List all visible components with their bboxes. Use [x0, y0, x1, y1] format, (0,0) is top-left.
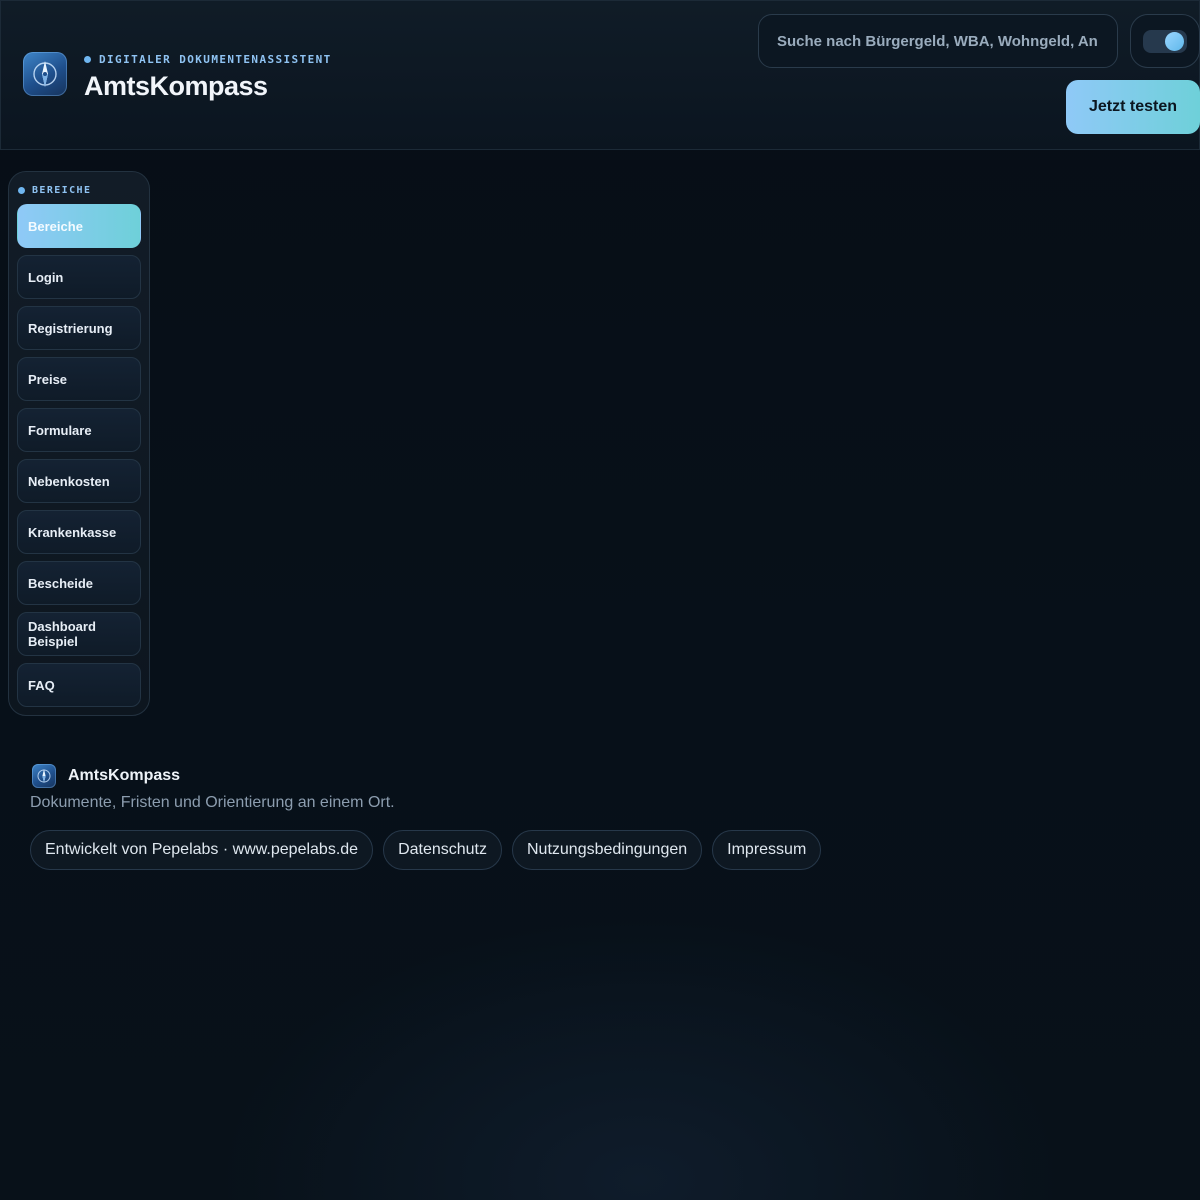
sidebar-item-bescheide[interactable]: Bescheide — [17, 561, 141, 605]
compass-icon[interactable] — [23, 52, 67, 96]
sidebar-item-nebenkosten[interactable]: Nebenkosten — [17, 459, 141, 503]
footer-link-pepelabs[interactable]: Entwickelt von Pepelabs · www.pepelabs.d… — [30, 830, 374, 870]
sidebar-item-dashboard-beispiel[interactable]: Dashboard Beispiel — [17, 612, 141, 656]
sidebar-item-bereiche[interactable]: Bereiche — [17, 204, 141, 248]
footer-link-datenschutz[interactable]: Datenschutz — [383, 830, 502, 870]
footer-compass-icon — [32, 764, 56, 788]
sidebar-dot-icon — [18, 187, 25, 194]
try-now-button[interactable]: Jetzt testen — [1066, 80, 1200, 134]
footer-link-nutzungsbedingungen[interactable]: Nutzungsbedingungen — [512, 830, 703, 870]
footer-tagline: Dokumente, Fristen und Orientierung an e… — [30, 794, 395, 811]
toggle-track[interactable] — [1143, 30, 1187, 53]
sidebar: BEREICHE Bereiche Login Registrierung Pr… — [8, 171, 150, 716]
footer-brand: AmtsKompass — [68, 767, 181, 784]
search-input[interactable] — [758, 14, 1118, 68]
sidebar-item-registrierung[interactable]: Registrierung — [17, 306, 141, 350]
footer-link-impressum[interactable]: Impressum — [712, 830, 822, 870]
sidebar-item-formulare[interactable]: Formulare — [17, 408, 141, 452]
sidebar-list: Bereiche Login Registrierung Preise Form… — [17, 204, 141, 714]
footer-links: Entwickelt von Pepelabs · www.pepelabs.d… — [30, 830, 822, 870]
page-title: AmtsKompass — [84, 71, 268, 101]
sidebar-heading-text: BEREICHE — [32, 185, 92, 196]
site-header: DIGITALER DOKUMENTENASSISTENT AmtsKompas… — [0, 0, 1200, 150]
sidebar-item-krankenkasse[interactable]: Krankenkasse — [17, 510, 141, 554]
toggle-knob — [1165, 32, 1184, 51]
sidebar-heading: BEREICHE — [18, 185, 91, 196]
eyebrow-dot-icon — [84, 56, 91, 63]
eyebrow-text: DIGITALER DOKUMENTENASSISTENT — [99, 53, 332, 66]
sidebar-item-login[interactable]: Login — [17, 255, 141, 299]
sidebar-item-preise[interactable]: Preise — [17, 357, 141, 401]
sidebar-item-faq[interactable]: FAQ — [17, 663, 141, 707]
header-eyebrow: DIGITALER DOKUMENTENASSISTENT — [84, 53, 332, 66]
theme-toggle[interactable] — [1130, 14, 1200, 68]
